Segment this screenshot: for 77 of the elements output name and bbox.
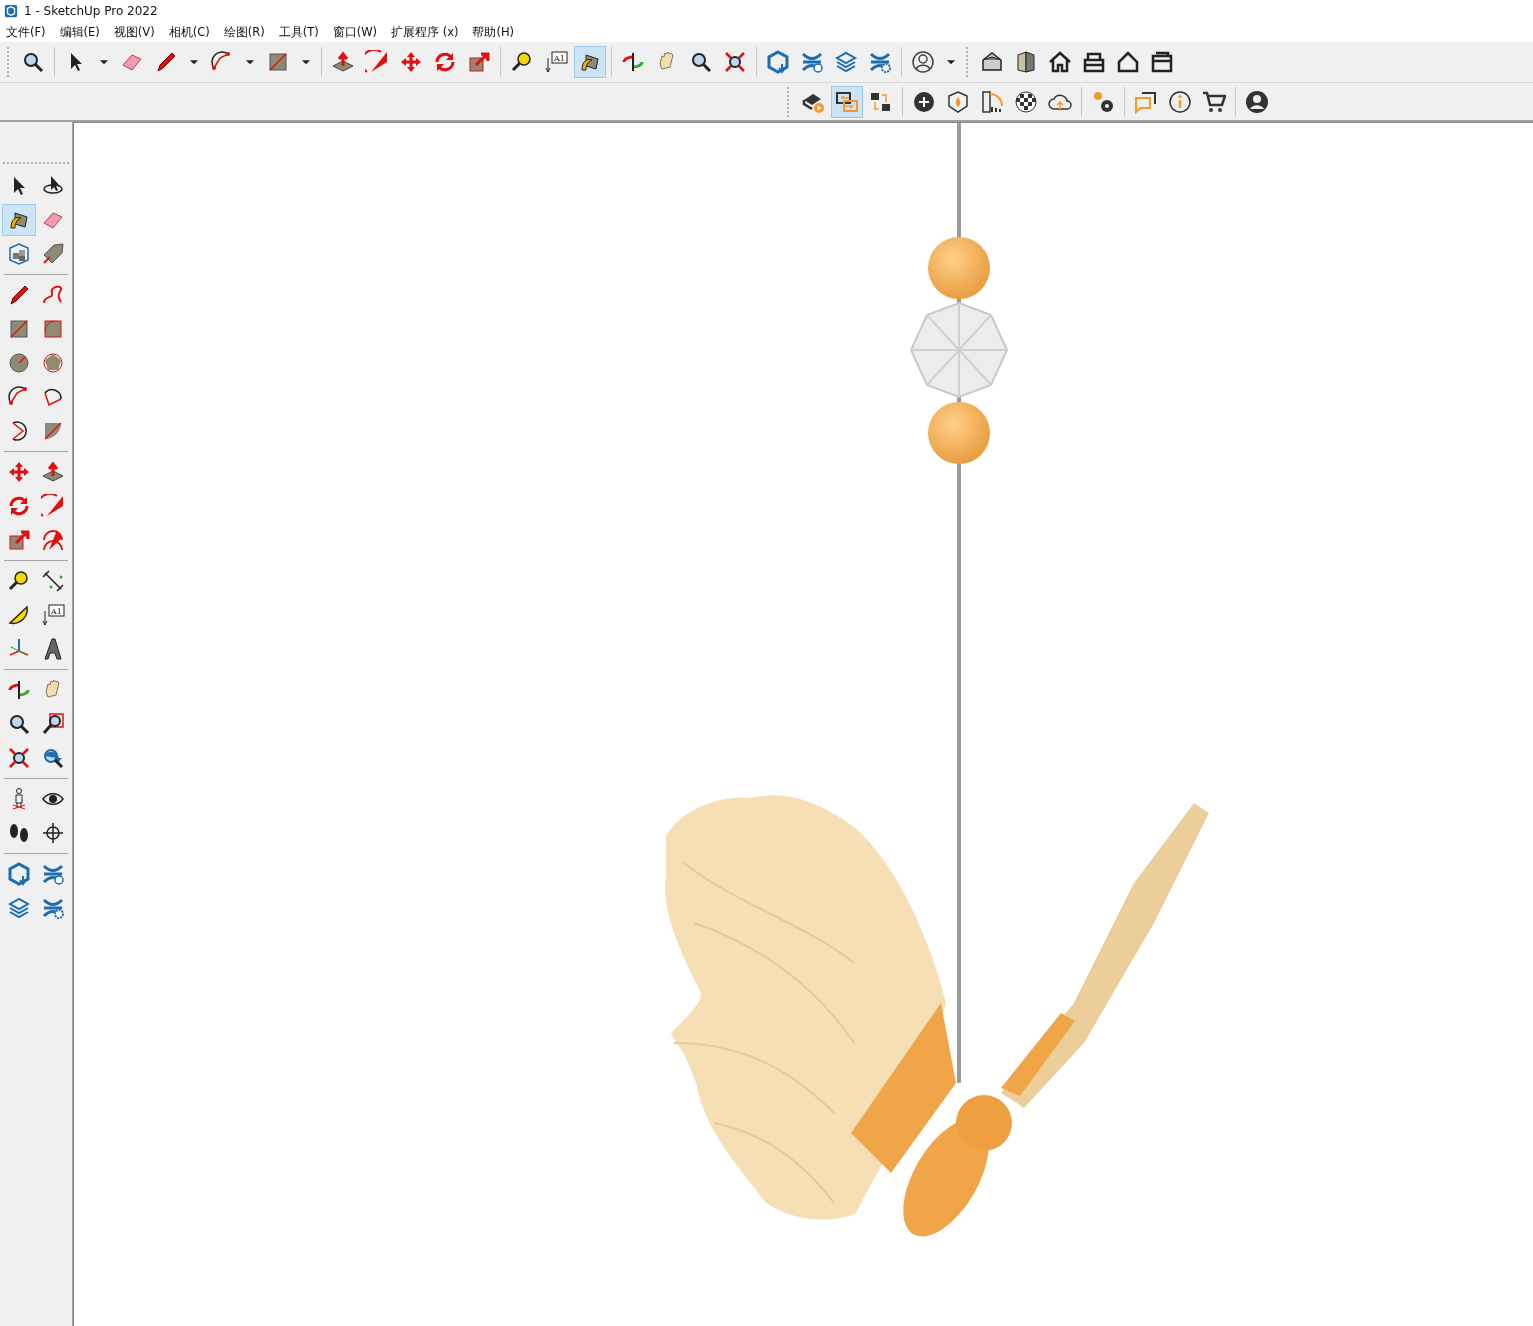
menu-item[interactable]: 工具(T) — [278, 24, 319, 40]
previous-view-icon — [41, 746, 65, 770]
toolbar-button[interactable] — [2, 204, 36, 236]
checker-ball-icon — [1014, 89, 1038, 114]
pencil-icon — [7, 283, 31, 307]
house-icon — [980, 50, 1004, 74]
tape-measure-icon — [7, 569, 31, 593]
orbit-icon — [621, 50, 645, 74]
dimension-icon — [41, 569, 65, 593]
zoom-window-icon — [41, 712, 65, 736]
profile-icon — [1245, 89, 1269, 114]
home-icon — [1048, 50, 1072, 74]
window-title: 1 - SketchUp Pro 2022 — [24, 4, 158, 18]
toolbar-button[interactable] — [831, 85, 863, 118]
menu-item[interactable]: 相机(C) — [168, 24, 210, 40]
stacked-layers-icon — [834, 50, 858, 74]
swap-icon — [835, 89, 859, 114]
section-plane-icon — [41, 821, 65, 845]
rectangle-icon — [266, 50, 290, 74]
extension-gear-icon — [868, 50, 892, 74]
gears-icon — [1091, 89, 1115, 114]
menu-item[interactable]: 视图(V) — [113, 24, 155, 40]
orbit-icon — [7, 678, 31, 702]
menu-item[interactable]: 绘图(R) — [223, 24, 265, 40]
tape-measure-icon — [510, 50, 534, 74]
rotate-arrows-icon — [433, 50, 457, 74]
menu-item[interactable]: 文件(F) — [6, 24, 46, 40]
3d-text-icon — [41, 637, 65, 661]
menu-item[interactable]: 扩展程序 (x) — [391, 24, 459, 40]
follow-me-icon — [365, 50, 389, 74]
chat-icon — [1134, 89, 1158, 114]
hexagon-download-icon — [766, 50, 790, 74]
tag-icon — [41, 242, 65, 266]
cart-icon — [1202, 89, 1226, 114]
scale-icon — [7, 528, 31, 552]
scale-icon — [467, 50, 491, 74]
circle-icon — [7, 351, 31, 375]
magnifier-icon — [21, 50, 45, 74]
menu-item[interactable]: 编辑(E) — [59, 24, 100, 40]
menu-item[interactable]: 窗口(W) — [332, 24, 378, 40]
offset-icon — [41, 528, 65, 552]
move-arrows-icon — [7, 460, 31, 484]
component-cubes-icon — [7, 242, 31, 266]
info-icon — [1168, 89, 1192, 114]
push-pull-icon — [41, 460, 65, 484]
plus-circle-icon — [912, 89, 936, 114]
stacked-layers-icon — [7, 896, 31, 920]
toolbar-button[interactable] — [574, 46, 606, 78]
side-view-icon — [1014, 50, 1038, 74]
extension-sync-icon — [800, 50, 824, 74]
extension-sync-icon — [41, 862, 65, 886]
rectangle-icon — [7, 317, 31, 341]
shield-icon — [946, 89, 970, 114]
protractor-icon — [7, 603, 31, 627]
rotate-arrows-icon — [7, 494, 31, 518]
menu-item[interactable]: 帮助(H) — [472, 24, 515, 40]
chart-icon — [980, 89, 1004, 114]
zoom-extents-icon — [723, 50, 747, 74]
wooden-bead — [928, 402, 990, 464]
rotated-rectangle-icon — [41, 317, 65, 341]
polygon-icon — [41, 351, 65, 375]
footsteps-icon — [7, 821, 31, 845]
zoom-extents-icon — [7, 746, 31, 770]
follow-me-icon — [41, 494, 65, 518]
box-icon — [1150, 50, 1174, 74]
pencil-icon — [154, 50, 178, 74]
move-arrows-icon — [399, 50, 423, 74]
extension-gear-icon — [41, 896, 65, 920]
wooden-bead — [928, 237, 990, 299]
house-outline-icon — [1116, 50, 1140, 74]
push-pull-icon — [331, 50, 355, 74]
magnifier-icon — [7, 712, 31, 736]
hexagon-download-icon — [7, 862, 31, 886]
magnifier-icon — [689, 50, 713, 74]
app-logo-icon — [4, 4, 18, 18]
user-circle-icon — [911, 50, 935, 74]
top-view-icon — [1082, 50, 1106, 74]
